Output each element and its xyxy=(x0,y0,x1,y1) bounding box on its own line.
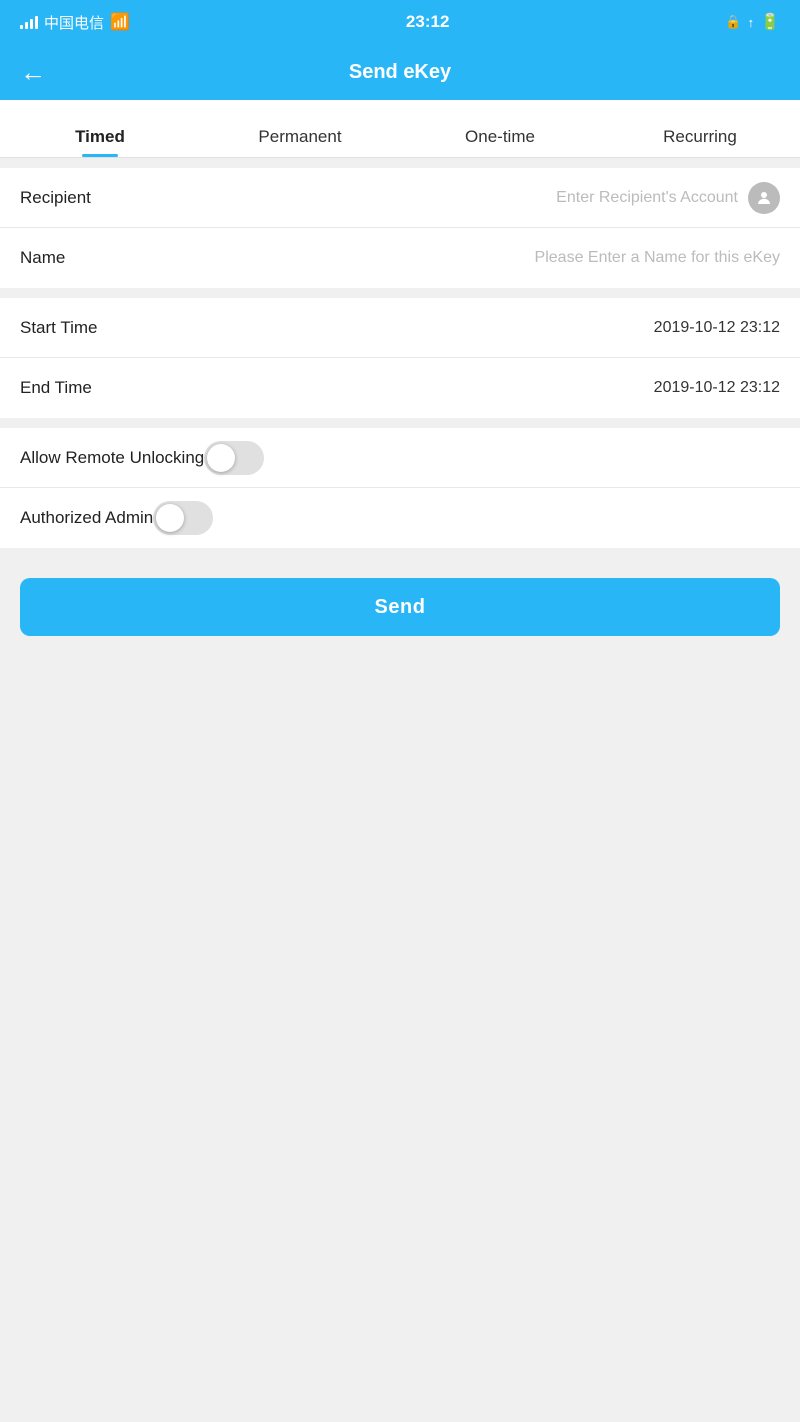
tabs-container: Timed Permanent One-time Recurring xyxy=(0,100,800,158)
carrier-label: 中国电信 xyxy=(44,12,104,33)
page-title: Send eKey xyxy=(349,61,451,84)
wifi-icon: 📶 xyxy=(110,12,130,32)
allow-remote-label: Allow Remote Unlocking xyxy=(20,448,204,468)
status-bar-time: 23:12 xyxy=(406,12,449,32)
location-icon: ↑ xyxy=(748,15,755,30)
toggle-thumb xyxy=(156,504,184,532)
end-time-value: 2019-10-12 23:12 xyxy=(150,379,780,397)
send-section: Send xyxy=(0,548,800,656)
start-time-value: 2019-10-12 23:12 xyxy=(150,319,780,337)
send-button[interactable]: Send xyxy=(20,578,780,636)
allow-remote-row: Allow Remote Unlocking xyxy=(0,428,800,488)
back-button[interactable]: ← xyxy=(20,59,46,85)
start-time-row[interactable]: Start Time 2019-10-12 23:12 xyxy=(0,298,800,358)
name-input[interactable] xyxy=(150,249,780,267)
signal-bars-icon xyxy=(20,15,38,29)
recipient-row: Recipient xyxy=(0,168,800,228)
recipient-label: Recipient xyxy=(20,188,150,208)
name-row: Name xyxy=(0,228,800,288)
allow-remote-toggle[interactable] xyxy=(204,441,264,475)
tab-permanent[interactable]: Permanent xyxy=(200,100,400,157)
nav-bar: ← Send eKey xyxy=(0,44,800,100)
recipient-contact-icon[interactable] xyxy=(748,182,780,214)
time-section: Start Time 2019-10-12 23:12 End Time 201… xyxy=(0,298,800,418)
name-label: Name xyxy=(20,248,150,268)
recipient-section: Recipient Name xyxy=(0,168,800,288)
recipient-input[interactable] xyxy=(150,189,738,207)
toggle-track xyxy=(204,441,264,475)
tab-indicator xyxy=(82,154,118,157)
toggle-thumb xyxy=(207,444,235,472)
battery-icon: 🔋 xyxy=(760,12,780,32)
status-bar-left: 中国电信 📶 xyxy=(20,12,130,33)
toggle-track xyxy=(153,501,213,535)
end-time-label: End Time xyxy=(20,378,150,398)
status-bar-right: 🔒 ↑ 🔋 xyxy=(725,12,780,32)
lock-icon: 🔒 xyxy=(725,14,741,30)
end-time-row[interactable]: End Time 2019-10-12 23:12 xyxy=(0,358,800,418)
authorized-admin-toggle[interactable] xyxy=(153,501,213,535)
start-time-label: Start Time xyxy=(20,318,150,338)
authorized-admin-row: Authorized Admin xyxy=(0,488,800,548)
authorized-admin-label: Authorized Admin xyxy=(20,508,153,528)
toggles-section: Allow Remote Unlocking Authorized Admin xyxy=(0,428,800,548)
bottom-area xyxy=(0,656,800,1056)
status-bar: 中国电信 📶 23:12 🔒 ↑ 🔋 xyxy=(0,0,800,44)
tab-timed[interactable]: Timed xyxy=(0,100,200,157)
tab-onetime[interactable]: One-time xyxy=(400,100,600,157)
tab-recurring[interactable]: Recurring xyxy=(600,100,800,157)
